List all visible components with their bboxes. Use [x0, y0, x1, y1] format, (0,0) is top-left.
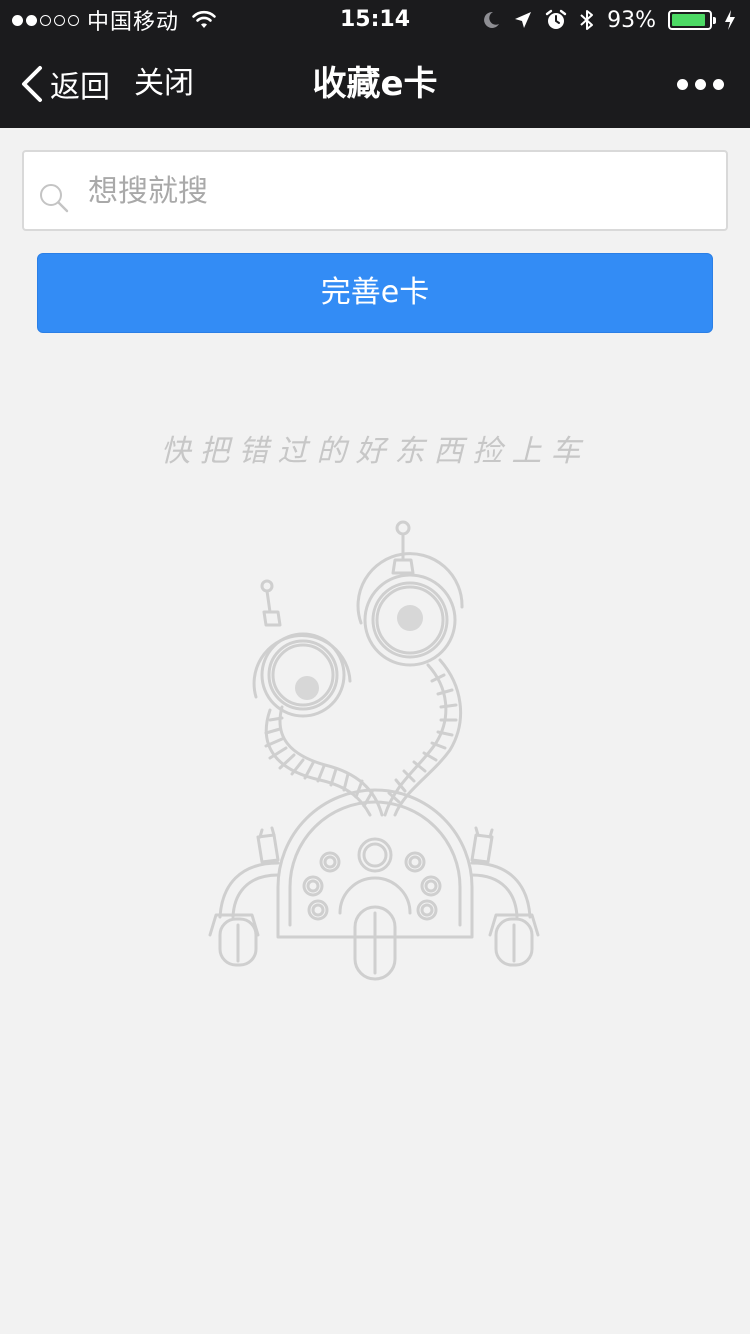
- chevron-left-icon: [18, 64, 50, 104]
- more-dot: [695, 78, 706, 90]
- back-button[interactable]: 返回: [18, 40, 110, 128]
- empty-state-message: 快把错过的好东西捡上车: [160, 434, 590, 469]
- complete-card-button[interactable]: 完善e卡: [37, 253, 713, 333]
- battery-icon: [668, 10, 716, 30]
- battery-level: [672, 14, 706, 26]
- status-bar-right: 93%: [481, 0, 736, 40]
- more-dots-icon[interactable]: [677, 40, 724, 128]
- status-bar: 中国移动 15:14 93%: [0, 0, 750, 40]
- location-arrow-icon: [513, 10, 533, 30]
- page-title: 收藏e卡: [312, 64, 438, 104]
- robot-illustration: [200, 515, 550, 989]
- alarm-icon: [545, 9, 567, 31]
- close-button[interactable]: 关闭: [134, 40, 194, 128]
- bluetooth-icon: [579, 8, 595, 32]
- search-input[interactable]: [86, 152, 710, 231]
- more-dot: [677, 78, 688, 90]
- more-dot: [713, 78, 724, 90]
- search-bar[interactable]: [22, 150, 728, 231]
- battery-percentage: 93%: [607, 7, 656, 33]
- moon-icon: [481, 10, 501, 30]
- back-label: 返回: [50, 70, 110, 105]
- charging-bolt-icon: [724, 9, 736, 31]
- battery-cap: [713, 17, 716, 24]
- navigation-bar: 返回 关闭 收藏e卡: [0, 40, 750, 128]
- search-icon: [38, 182, 70, 218]
